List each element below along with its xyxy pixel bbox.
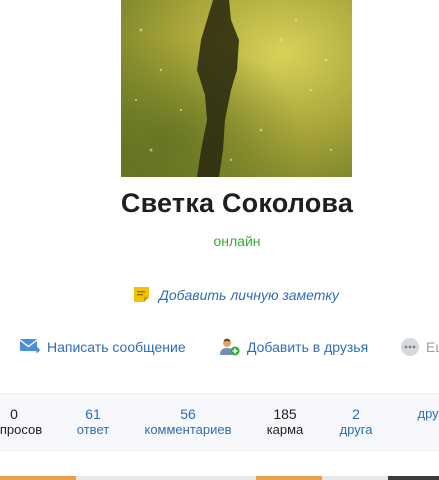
stat-answers[interactable]: 61 ответ — [63, 406, 123, 437]
profile-stats: 0 вопросов 61 ответ 56 комментариев 185 … — [0, 393, 439, 451]
stat-label: друга — [339, 422, 373, 437]
feed-preview-strip — [0, 476, 439, 480]
stat-value: 2 — [352, 406, 360, 422]
stat-karma: 185 карма — [255, 406, 315, 437]
stat-value: 56 — [180, 406, 196, 422]
stat-friends-of[interactable]: друзья — [408, 406, 439, 421]
profile-name: Светка Соколова — [120, 188, 354, 218]
stat-label: вопросов — [0, 422, 43, 437]
stat-questions[interactable]: 0 вопросов — [0, 406, 44, 437]
stat-label: комментариев — [144, 422, 232, 437]
stat-label: друзья — [417, 406, 439, 421]
more-button[interactable]: Еще — [400, 337, 439, 357]
stat-comments[interactable]: 56 комментариев — [138, 406, 238, 437]
sticky-note-icon — [133, 286, 150, 303]
stat-friends[interactable]: 2 друга — [326, 406, 386, 437]
preview-tile[interactable] — [388, 476, 439, 480]
add-friend-icon — [219, 337, 241, 357]
add-friend-label: Добавить в друзья — [247, 339, 369, 355]
add-note-link[interactable]: Добавить личную заметку — [133, 286, 339, 303]
preview-tile[interactable] — [256, 476, 322, 480]
write-message-button[interactable]: Написать сообщение — [19, 337, 186, 357]
preview-tile[interactable] — [0, 476, 76, 480]
stat-label: ответ — [76, 422, 110, 437]
write-message-label: Написать сообщение — [47, 339, 186, 355]
stat-value: 61 — [85, 406, 101, 422]
more-label: Еще — [426, 339, 439, 355]
online-status: онлайн — [213, 233, 261, 249]
envelope-icon — [19, 337, 41, 357]
add-note-label: Добавить личную заметку — [159, 286, 339, 303]
profile-photo[interactable] — [121, 0, 352, 177]
stat-value: 0 — [10, 406, 18, 422]
add-friend-button[interactable]: Добавить в друзья — [219, 337, 368, 357]
stat-label: карма — [266, 422, 304, 437]
profile-actions: Написать сообщение Добавить в друзья Еще — [0, 335, 439, 359]
stat-value: 185 — [273, 406, 297, 422]
more-dots-icon — [400, 337, 420, 357]
